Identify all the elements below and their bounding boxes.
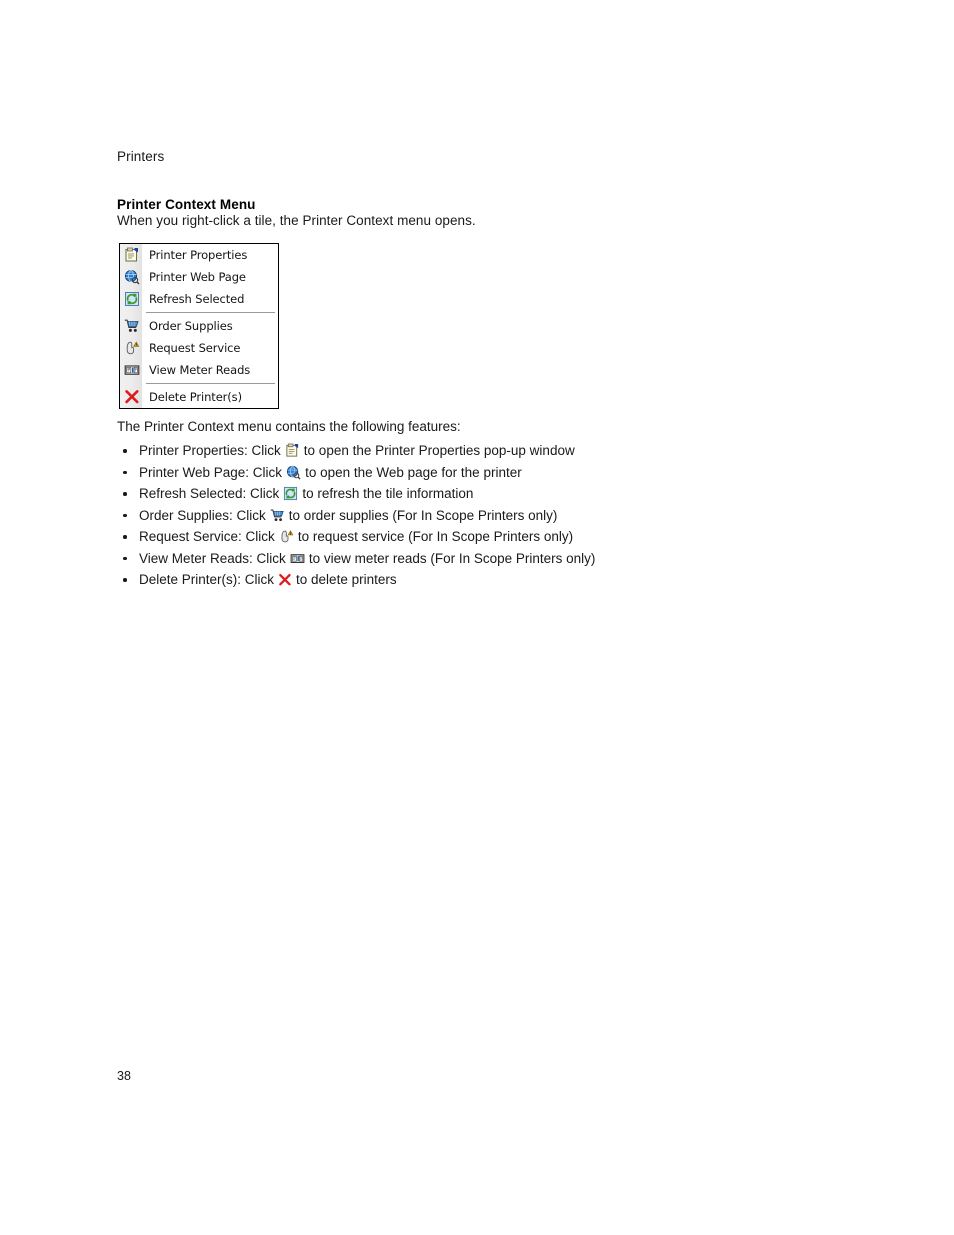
menu-group-3: Delete Printer(s) xyxy=(120,386,278,408)
menu-item-label: Order Supplies xyxy=(149,319,233,333)
list-item: Delete Printer(s): Click to delete print… xyxy=(117,569,817,591)
order-supplies-icon xyxy=(120,315,144,337)
list-item: Printer Web Page: Click to open the Web … xyxy=(117,462,817,484)
bullet-marker xyxy=(117,470,139,474)
document-page: Printers Printer Context Menu When you r… xyxy=(0,0,954,1235)
list-item: View Meter Reads: Click to view meter re… xyxy=(117,548,817,570)
bullet-marker xyxy=(117,578,139,582)
printer-web-page-icon xyxy=(286,465,301,480)
printer-properties-icon xyxy=(120,244,144,266)
delete-printers-icon xyxy=(120,386,144,408)
section-heading: Printer Context Menu xyxy=(117,197,256,212)
printer-web-page-icon xyxy=(120,266,144,288)
printer-context-menu: Printer Properties Printer Web Page Refr… xyxy=(119,243,279,409)
menu-item-label: Request Service xyxy=(149,341,241,355)
feature-text-after: to view meter reads (For In Scope Printe… xyxy=(308,550,596,566)
menu-item-label: Delete Printer(s) xyxy=(149,390,242,404)
feature-text-before: Delete Printer(s): Click xyxy=(139,572,275,588)
list-item: Request Service: Click to request servic… xyxy=(117,526,817,548)
menu-group-1: Printer Properties Printer Web Page Refr… xyxy=(120,244,278,310)
printer-properties-icon xyxy=(285,443,300,458)
list-item: Refresh Selected: Click to refresh the t… xyxy=(117,483,817,505)
refresh-selected-icon xyxy=(120,288,144,310)
feature-text-before: View Meter Reads: Click xyxy=(139,550,286,566)
menu-item-view-meter-reads[interactable]: View Meter Reads xyxy=(120,359,278,381)
order-supplies-icon xyxy=(270,508,285,523)
section-intro-text: When you right-click a tile, the Printer… xyxy=(117,213,476,228)
feature-text-before: Refresh Selected: Click xyxy=(139,486,280,502)
list-item: Printer Properties: Click to open the Pr… xyxy=(117,440,817,462)
bullet-marker xyxy=(117,535,139,539)
feature-text-after: to delete printers xyxy=(296,572,397,588)
page-number: 38 xyxy=(117,1069,131,1083)
menu-group-2: Order Supplies Request Service View Mete… xyxy=(120,315,278,381)
bullet-marker xyxy=(117,449,139,453)
feature-text-before: Order Supplies: Click xyxy=(139,507,266,523)
bullet-marker xyxy=(117,556,139,560)
bullet-marker xyxy=(117,513,139,517)
list-item: Order Supplies: Click to order supplies … xyxy=(117,505,817,527)
feature-text-before: Printer Properties: Click xyxy=(139,443,281,459)
bullet-marker xyxy=(117,492,139,496)
feature-text-after: to request service (For In Scope Printer… xyxy=(297,529,574,545)
feature-text-after: to open the Web page for the printer xyxy=(305,464,522,480)
features-list: Printer Properties: Click to open the Pr… xyxy=(117,440,817,591)
features-lead-text: The Printer Context menu contains the fo… xyxy=(117,419,461,434)
menu-item-label: Refresh Selected xyxy=(149,292,245,306)
feature-text-before: Request Service: Click xyxy=(139,529,275,545)
request-service-icon xyxy=(120,337,144,359)
delete-printers-icon xyxy=(278,573,292,587)
refresh-selected-icon xyxy=(283,486,298,501)
menu-item-order-supplies[interactable]: Order Supplies xyxy=(120,315,278,337)
feature-text-after: to open the Printer Properties pop-up wi… xyxy=(303,443,575,459)
menu-item-delete-printers[interactable]: Delete Printer(s) xyxy=(120,386,278,408)
menu-item-printer-web-page[interactable]: Printer Web Page xyxy=(120,266,278,288)
feature-text-before: Printer Web Page: Click xyxy=(139,464,283,480)
menu-item-label: View Meter Reads xyxy=(149,363,251,377)
request-service-icon xyxy=(279,529,294,544)
menu-item-label: Printer Properties xyxy=(149,248,248,262)
view-meter-reads-icon xyxy=(290,551,305,566)
feature-text-after: to order supplies (For In Scope Printers… xyxy=(288,507,558,523)
menu-item-label: Printer Web Page xyxy=(149,270,246,284)
menu-item-refresh-selected[interactable]: Refresh Selected xyxy=(120,288,278,310)
feature-text-after: to refresh the tile information xyxy=(302,486,474,502)
menu-item-printer-properties[interactable]: Printer Properties xyxy=(120,244,278,266)
menu-item-request-service[interactable]: Request Service xyxy=(120,337,278,359)
view-meter-reads-icon xyxy=(120,359,144,381)
running-header: Printers xyxy=(117,149,165,164)
